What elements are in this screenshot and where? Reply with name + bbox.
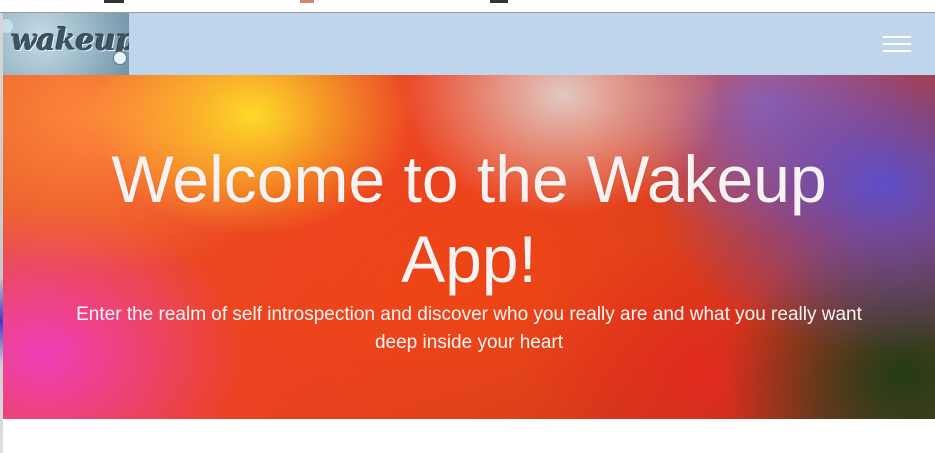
hamburger-menu-icon[interactable] (883, 35, 911, 54)
logo-text: wakeup (11, 23, 129, 58)
logo-water-drop (113, 51, 127, 65)
top-strip-fragment (300, 0, 314, 3)
hero-title-line: Welcome to the Wakeup (111, 142, 827, 216)
hero-title-line: App! (401, 222, 537, 296)
logo[interactable]: wakeup (3, 13, 129, 75)
browser-top-strip (0, 0, 935, 13)
hero-title: Welcome to the Wakeup App! (3, 139, 935, 299)
hero-subtitle: Enter the realm of self introspection an… (43, 301, 895, 357)
hero-subtitle-line: deep inside your heart (374, 332, 563, 353)
navbar: wakeup (3, 13, 935, 75)
hero-banner: Welcome to the Wakeup App! Enter the rea… (3, 75, 935, 419)
top-strip-fragment (490, 0, 508, 3)
hero-subtitle-line: Enter the realm of self introspection an… (76, 304, 862, 325)
top-strip-fragment (104, 0, 124, 3)
